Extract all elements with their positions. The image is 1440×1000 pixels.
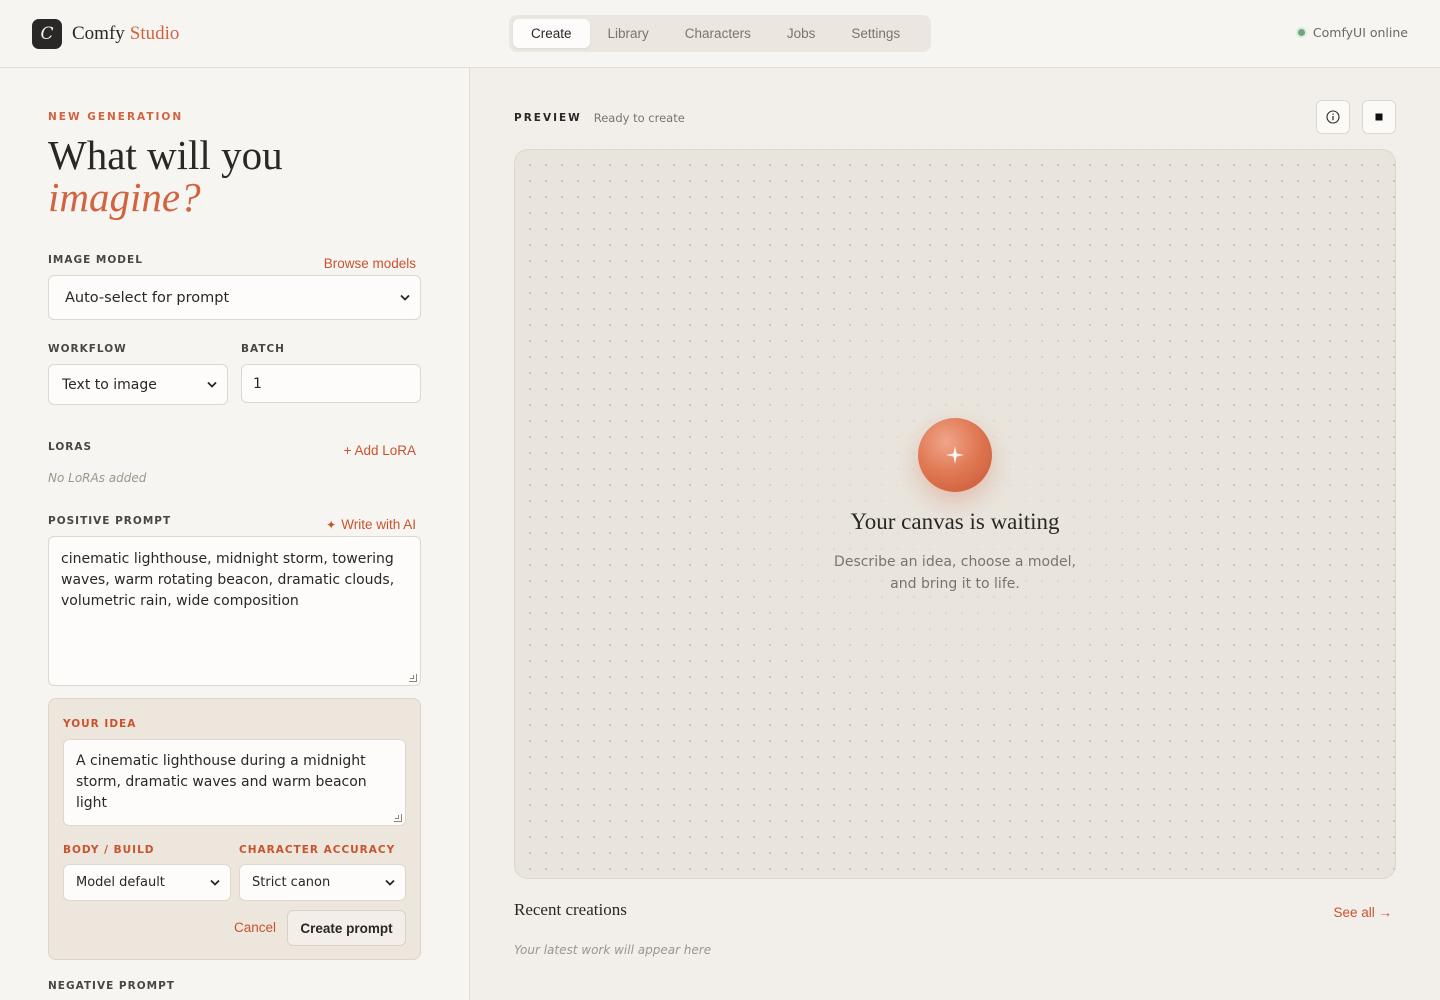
idea-textarea[interactable]: A cinematic lighthouse during a midnight… [63, 739, 406, 826]
write-with-ai-label: Write with AI [341, 517, 416, 532]
preview-header: PREVIEW Ready to create [514, 111, 685, 125]
character-accuracy-label: CHARACTER ACCURACY [239, 844, 396, 856]
negative-prompt-label: NEGATIVE PROMPT [48, 980, 175, 992]
image-model-value: Auto-select for prompt [65, 289, 230, 306]
loras-empty-text: No LoRAs added [48, 471, 147, 485]
workflow-select[interactable]: Text to image [48, 364, 228, 405]
preview-status: Ready to create [593, 111, 685, 125]
tab-library[interactable]: Library [590, 19, 667, 48]
see-all-link[interactable]: See all → [1333, 905, 1392, 920]
canvas-empty-title: Your canvas is waiting [850, 509, 1060, 534]
generation-panel: NEW GENERATION What will you imagine? IM… [0, 68, 470, 1000]
preview-label: PREVIEW [514, 112, 582, 124]
chevron-down-icon [207, 378, 217, 391]
add-lora-button[interactable]: + Add LoRA [344, 443, 416, 458]
idea-card: YOUR IDEA A cinematic lighthouse during … [48, 698, 421, 960]
character-accuracy-select[interactable]: Strict canon [239, 864, 406, 901]
recent-empty-text: Your latest work will appear here [514, 943, 712, 957]
body-build-select[interactable]: Model default [63, 864, 231, 901]
recent-creations-title: Recent creations [514, 900, 627, 919]
canvas-empty-desc-line-2: and bring it to life. [890, 576, 1020, 592]
brand[interactable]: C Comfy Studio [32, 19, 179, 49]
info-button[interactable] [1316, 100, 1350, 134]
tab-create[interactable]: Create [513, 19, 590, 48]
positive-prompt-label: POSITIVE PROMPT [48, 515, 172, 527]
idea-text: A cinematic lighthouse during a midnight… [76, 753, 367, 811]
stop-button[interactable] [1362, 100, 1396, 134]
batch-label: BATCH [241, 343, 285, 355]
brand-name: Comfy Studio [72, 23, 179, 45]
chevron-down-icon [210, 876, 220, 889]
canvas-empty-desc-line-1: Describe an idea, choose a model, [834, 554, 1076, 570]
preview-canvas[interactable]: Your canvas is waiting Describe an idea,… [514, 149, 1396, 879]
resize-handle-icon[interactable] [409, 674, 417, 682]
create-prompt-button[interactable]: Create prompt [287, 910, 406, 946]
canvas-orb [918, 418, 992, 492]
brand-logo: C [32, 19, 62, 49]
body-build-value: Model default [76, 875, 165, 890]
image-model-label: IMAGE MODEL [48, 254, 143, 266]
top-bar: C Comfy Studio Create Library Characters … [0, 0, 1440, 68]
character-accuracy-value: Strict canon [252, 875, 331, 890]
brand-name-accent: Studio [129, 23, 180, 44]
tab-characters[interactable]: Characters [667, 19, 769, 48]
browse-models-link[interactable]: Browse models [324, 256, 416, 271]
connection-status: ComfyUI online [1297, 25, 1408, 40]
status-dot-icon [1297, 29, 1305, 36]
sparkle-icon: ✦ [326, 517, 337, 532]
cancel-button[interactable]: Cancel [234, 920, 276, 935]
idea-label: YOUR IDEA [63, 718, 137, 730]
loras-label: LORAS [48, 441, 93, 453]
image-model-select[interactable]: Auto-select for prompt [48, 275, 421, 320]
positive-prompt-textarea[interactable]: cinematic lighthouse, midnight storm, to… [48, 536, 421, 686]
write-with-ai-button[interactable]: ✦ Write with AI [326, 517, 416, 532]
tab-jobs[interactable]: Jobs [769, 19, 834, 48]
status-text: ComfyUI online [1312, 25, 1408, 40]
page-title-accent: imagine? [48, 174, 201, 220]
page-title: What will you [48, 132, 283, 178]
resize-handle-icon[interactable] [394, 814, 402, 822]
batch-input[interactable]: 1 [241, 364, 421, 403]
chevron-down-icon [400, 291, 410, 304]
main-tabs: Create Library Characters Jobs Settings [509, 15, 931, 52]
chevron-down-icon [385, 876, 395, 889]
workflow-value: Text to image [62, 376, 157, 393]
section-eyebrow: NEW GENERATION [48, 111, 184, 123]
sparkle-icon [946, 446, 964, 464]
positive-prompt-text: cinematic lighthouse, midnight storm, to… [61, 551, 395, 609]
stop-icon [1375, 113, 1383, 121]
tab-settings[interactable]: Settings [833, 19, 918, 48]
body-build-label: BODY / BUILD [63, 844, 155, 856]
info-icon [1326, 110, 1340, 124]
preview-panel: PREVIEW Ready to create Your canvas is w… [470, 68, 1440, 1000]
brand-name-primary: Comfy [72, 23, 125, 44]
workflow-label: WORKFLOW [48, 343, 127, 355]
